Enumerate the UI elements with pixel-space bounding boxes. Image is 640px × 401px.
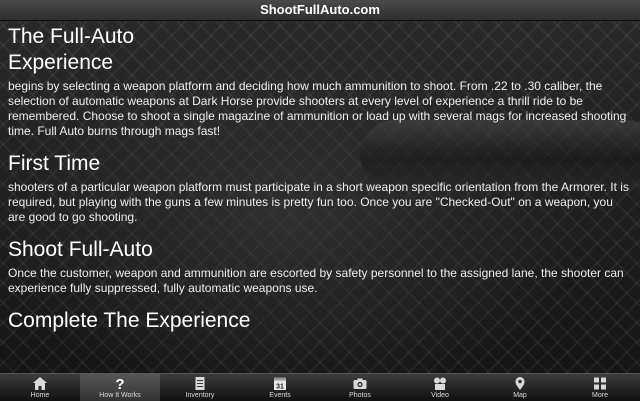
- section-body: begins by selecting a weapon platform an…: [8, 79, 627, 138]
- tab-map[interactable]: Map: [480, 374, 560, 401]
- tab-label: More: [592, 392, 608, 399]
- tab-label: Map: [513, 392, 527, 399]
- camera-icon: [353, 378, 367, 389]
- site-title: ShootFullAuto.com: [260, 2, 380, 17]
- tab-bar: Home ? How It Works Inventory 31 Events: [0, 373, 640, 401]
- section-heading: Shoot Full-Auto: [8, 238, 153, 261]
- home-icon: [33, 377, 47, 390]
- film-icon: [434, 377, 446, 390]
- svg-text:?: ?: [115, 376, 124, 391]
- tab-label: Video: [431, 392, 449, 399]
- more-grid-icon: [594, 377, 606, 390]
- header-bar: ShootFullAuto.com: [0, 0, 640, 21]
- section-heading: Complete The Experience: [8, 309, 251, 332]
- section-heading: First Time: [8, 152, 101, 175]
- tab-home[interactable]: Home: [0, 374, 80, 401]
- tab-how-it-works[interactable]: ? How It Works: [80, 374, 160, 401]
- section-body: shooters of a particular weapon platform…: [8, 180, 629, 224]
- section-shoot-full-auto: Shoot Full-Auto Once the customer, weapo…: [8, 237, 633, 296]
- section-first-time: First Time shooters of a particular weap…: [8, 151, 633, 225]
- question-icon: ?: [115, 376, 124, 391]
- tab-video[interactable]: Video: [400, 374, 480, 401]
- section-body: Once the customer, weapon and ammunition…: [8, 266, 624, 295]
- tab-label: Events: [269, 392, 291, 399]
- tab-photos[interactable]: Photos: [320, 374, 400, 401]
- document-icon: [195, 377, 205, 390]
- tab-events[interactable]: 31 Events: [240, 374, 320, 401]
- section-full-auto-experience: The Full-Auto Experience begins by selec…: [8, 24, 633, 139]
- tab-label: How It Works: [99, 392, 141, 399]
- section-complete-experience: Complete The Experience: [8, 308, 633, 334]
- main-content[interactable]: The Full-Auto Experience begins by selec…: [8, 24, 633, 334]
- tab-label: Home: [30, 392, 50, 399]
- tab-label: Photos: [349, 392, 371, 399]
- calendar-day: 31: [276, 384, 284, 391]
- tab-inventory[interactable]: Inventory: [160, 374, 240, 401]
- section-heading: The Full-Auto: [8, 25, 135, 48]
- map-pin-icon: [515, 377, 525, 390]
- tab-more[interactable]: More: [560, 374, 640, 401]
- section-heading: Experience: [8, 51, 114, 74]
- calendar-icon: 31: [274, 377, 286, 391]
- tab-label: Inventory: [185, 392, 215, 399]
